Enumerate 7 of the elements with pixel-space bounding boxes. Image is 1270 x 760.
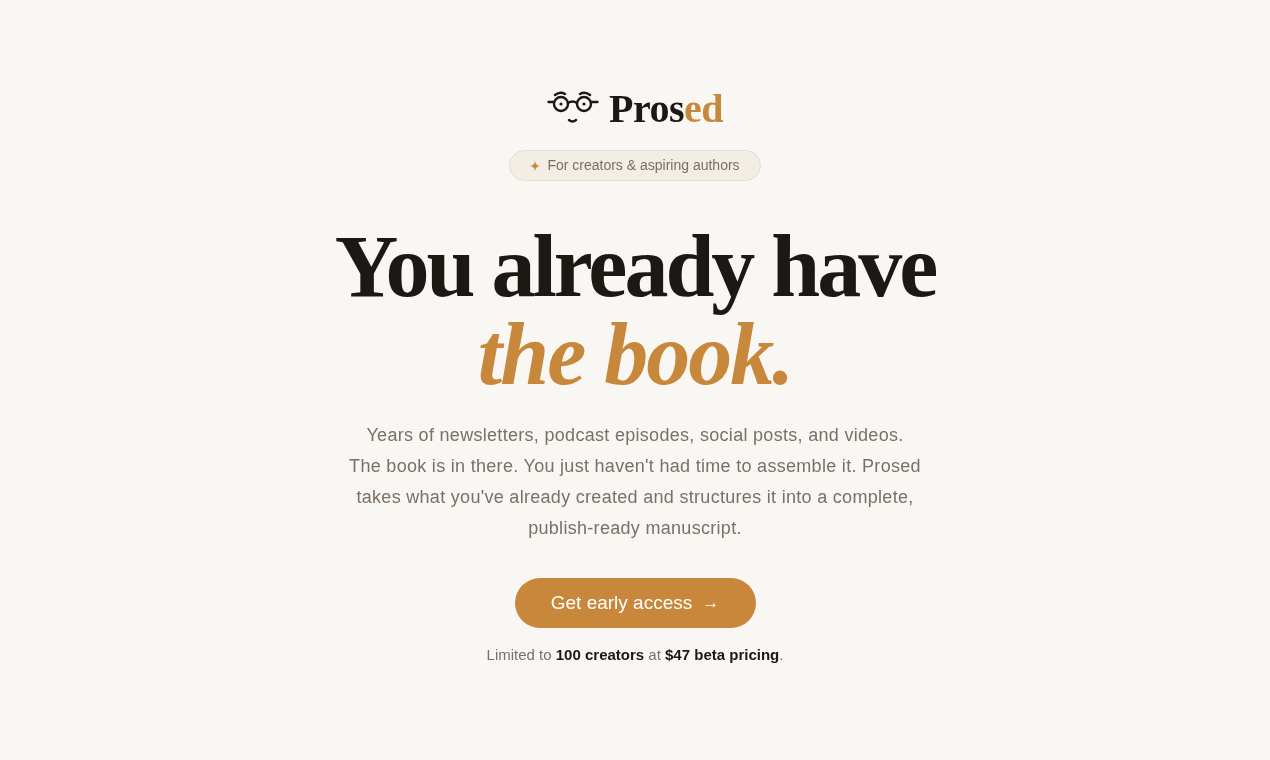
glasses-face-icon <box>547 90 599 124</box>
sparkle-icon <box>530 160 541 171</box>
early-access-button[interactable]: Get early access → <box>514 578 756 628</box>
brand-name: Prosed <box>609 86 723 132</box>
description-text: Years of newsletters, podcast episodes, social posts, and videos. The book is in there. You just haven't had time to assemble it. Prosed takes what you've already created and structures it into a complete, publish-ready manuscript. <box>349 424 921 540</box>
pricing-note: Limited to 100 creators at $47 beta pricing. <box>486 645 784 665</box>
badge-label: For creators & aspiring authors <box>547 156 740 175</box>
